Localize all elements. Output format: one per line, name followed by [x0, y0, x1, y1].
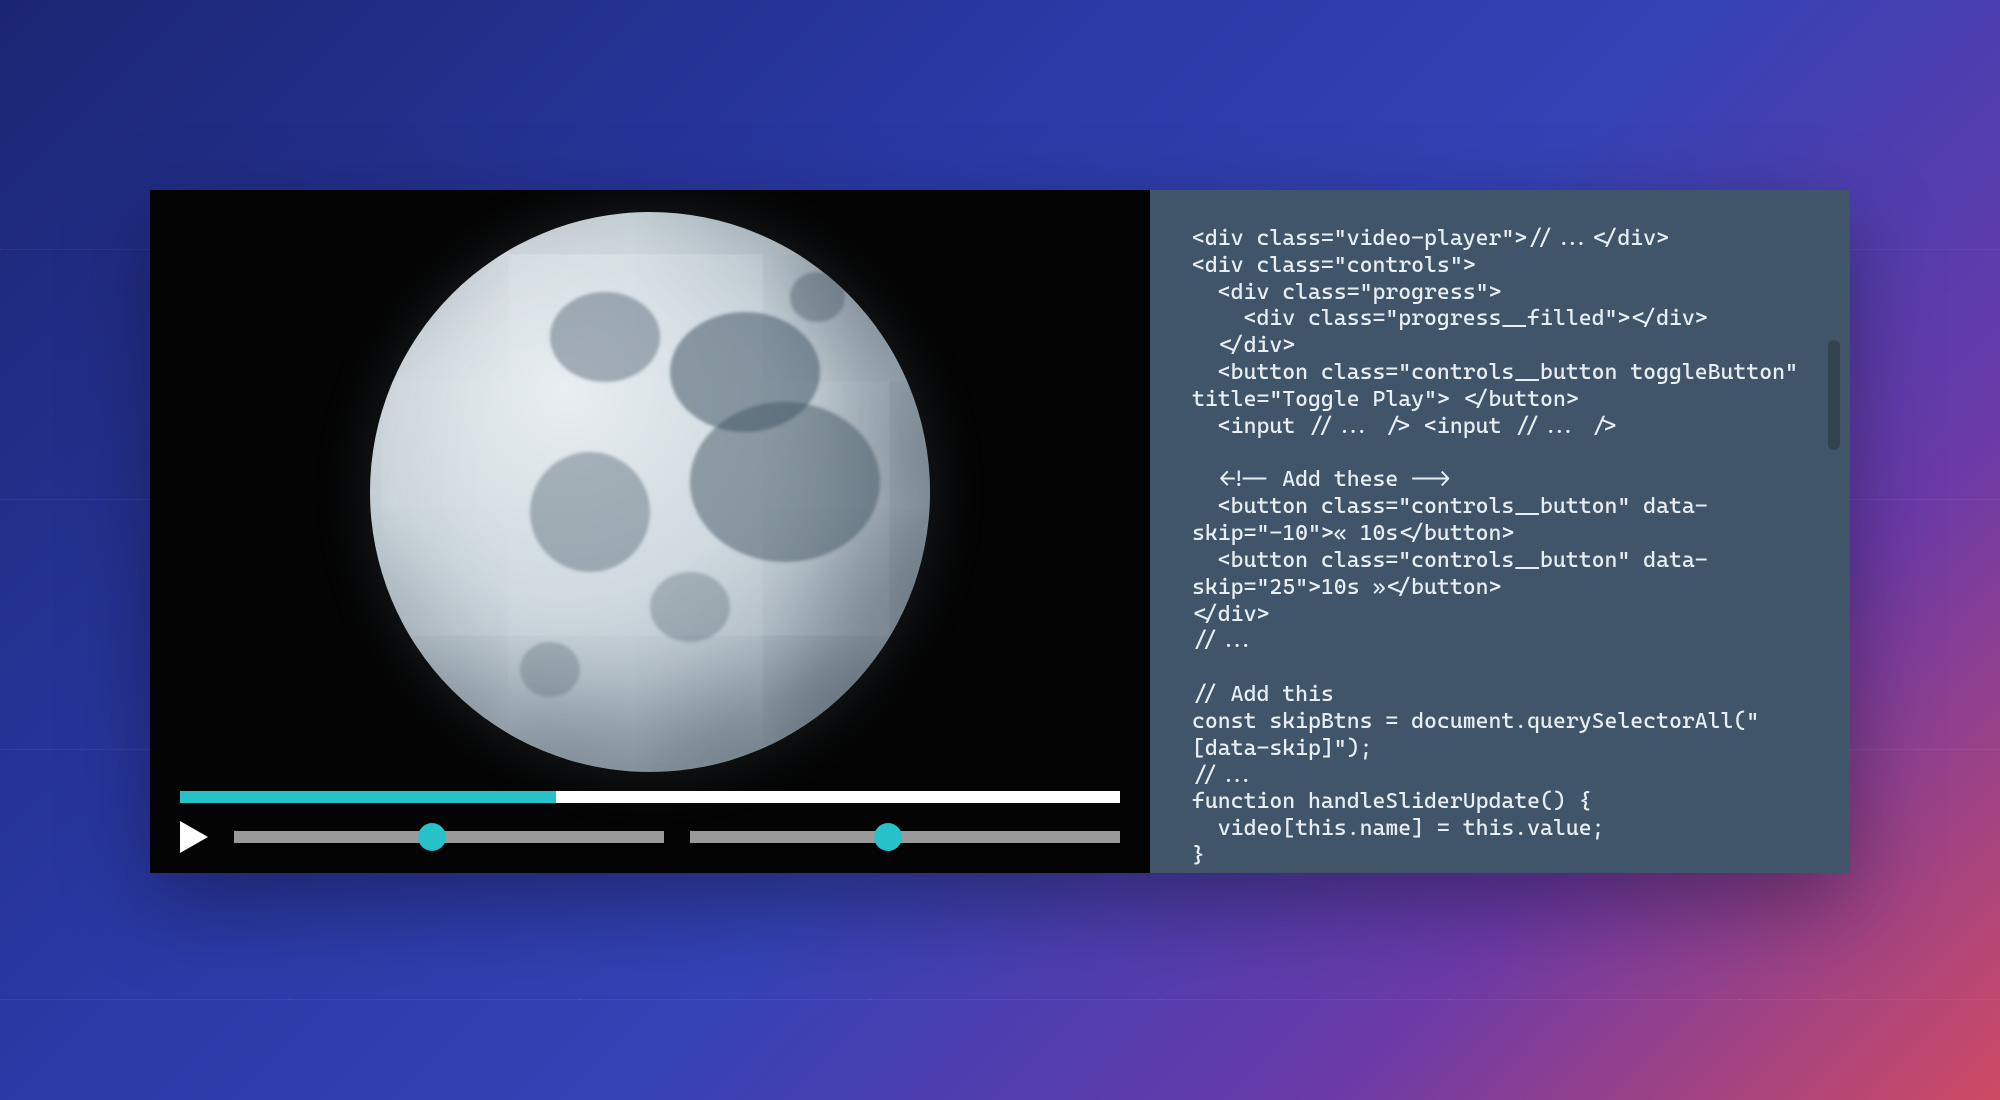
progress-bar[interactable] — [180, 791, 1120, 803]
rate-slider[interactable] — [690, 831, 1120, 843]
volume-slider[interactable] — [234, 831, 664, 843]
demo-stage: <div class="video-player">//...</div> <d… — [150, 190, 1850, 873]
play-icon[interactable] — [180, 821, 208, 853]
rate-thumb[interactable] — [874, 823, 902, 851]
code-panel: <div class="video-player">//...</div> <d… — [1150, 190, 1850, 873]
controls-row — [180, 821, 1120, 853]
code-block[interactable]: <div class="video-player">//...</div> <d… — [1192, 226, 1808, 870]
scrollbar-thumb[interactable] — [1828, 340, 1840, 450]
video-player — [150, 190, 1150, 873]
video-controls — [180, 791, 1120, 853]
video-frame[interactable] — [150, 190, 1150, 793]
progress-filled — [180, 791, 556, 803]
moon-image — [370, 212, 930, 772]
volume-thumb[interactable] — [418, 823, 446, 851]
